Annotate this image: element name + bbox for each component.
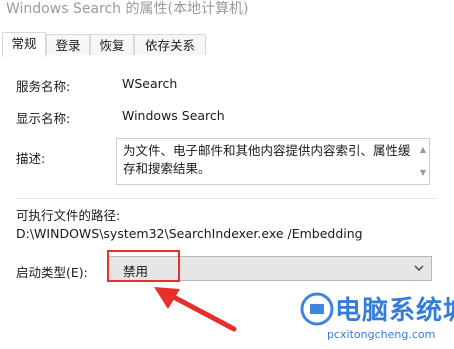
service-name-value: WSearch bbox=[122, 76, 178, 91]
display-name-value: Windows Search bbox=[122, 108, 225, 123]
description-label: 描述: bbox=[16, 151, 46, 166]
path-value: D:\WINDOWS\system32\SearchIndexer.exe /E… bbox=[16, 226, 363, 241]
window-title: Windows Search 的属性(本地计算机) bbox=[6, 1, 249, 17]
description-box[interactable]: 为文件、电子邮件和其他内容提供内容索引、属性缓存和搜索结果。 ▲ ▼ bbox=[116, 138, 430, 185]
red-arrow-icon bbox=[154, 287, 237, 332]
watermark-url: pcxitongcheng.com bbox=[327, 328, 436, 341]
tab-general[interactable]: 常规 bbox=[2, 32, 46, 57]
startup-type-label: 启动类型(E): bbox=[16, 265, 88, 280]
service-name-label: 服务名称: bbox=[16, 79, 71, 94]
tab-dependencies[interactable]: 依存关系 bbox=[134, 34, 206, 55]
title-bar: Windows Search 的属性(本地计算机) bbox=[0, 0, 454, 30]
startup-type-value: 禁用 bbox=[123, 264, 149, 279]
divider bbox=[16, 198, 436, 199]
path-label: 可执行文件的路径: bbox=[16, 208, 121, 223]
watermark-logo-icon bbox=[300, 292, 334, 326]
watermark-brand: 电脑系统城 bbox=[335, 296, 454, 326]
tab-logon[interactable]: 登录 bbox=[46, 34, 90, 55]
description-text: 为文件、电子邮件和其他内容提供内容索引、属性缓存和搜索结果。 bbox=[123, 143, 411, 176]
tab-recovery[interactable]: 恢复 bbox=[90, 34, 134, 55]
startup-type-select[interactable]: 禁用 bbox=[108, 256, 432, 281]
chevron-down-icon bbox=[414, 265, 424, 271]
scroll-up-icon[interactable]: ▲ bbox=[420, 141, 426, 159]
tab-strip: 常规 登录 恢复 依存关系 bbox=[0, 30, 454, 57]
scroll-down-icon[interactable]: ▼ bbox=[420, 164, 426, 182]
display-name-label: 显示名称: bbox=[16, 111, 71, 126]
